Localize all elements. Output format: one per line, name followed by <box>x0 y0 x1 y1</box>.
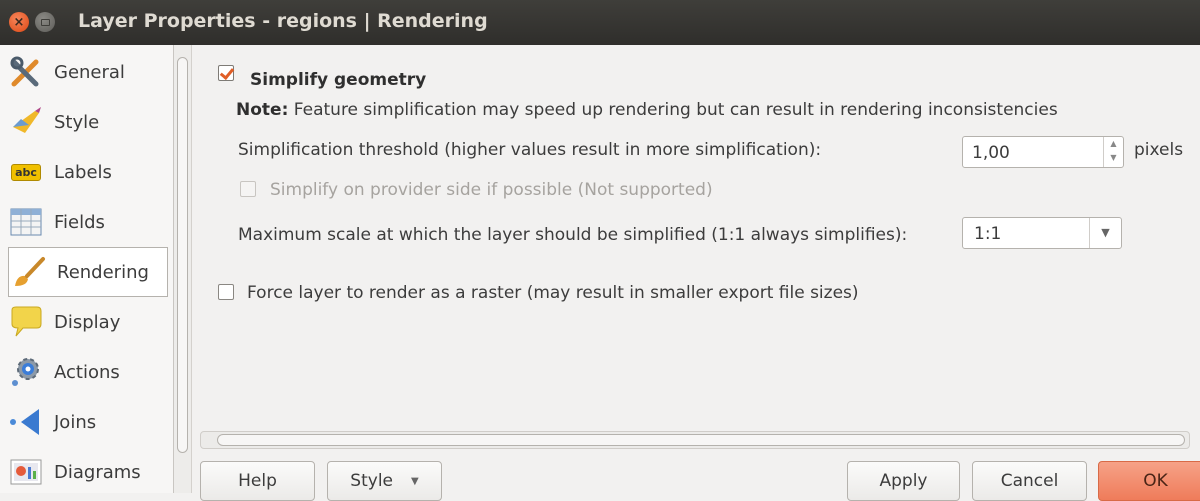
cancel-button-label: Cancel <box>1000 471 1059 491</box>
threshold-unit-label: pixels <box>1134 140 1184 160</box>
sidebar-item-fields[interactable]: Fields <box>0 197 174 247</box>
force-raster-checkbox[interactable] <box>218 284 234 300</box>
chevron-down-icon[interactable]: ▼ <box>1089 218 1121 248</box>
simplify-note: Note: Feature simplification may speed u… <box>236 100 1058 120</box>
style-button-label: Style <box>350 471 393 491</box>
sidebar-item-display[interactable]: Display <box>0 297 174 347</box>
provider-side-checkbox[interactable] <box>240 181 256 197</box>
provider-side-label: Simplify on provider side if possible (N… <box>270 180 713 200</box>
minimize-icon <box>40 18 50 26</box>
sidebar-item-label: Rendering <box>57 261 149 283</box>
horizontal-scrollbar[interactable] <box>200 431 1190 449</box>
sidebar-item-general[interactable]: General <box>0 47 174 97</box>
ok-button[interactable]: OK <box>1098 461 1200 501</box>
sidebar-item-joins[interactable]: Joins <box>0 397 174 447</box>
simplification-threshold-spinbox[interactable]: 1,00 ▲ ▼ <box>962 136 1124 168</box>
abc-label-icon: abc <box>6 152 46 192</box>
sidebar-item-label: Fields <box>54 211 105 233</box>
spinbox-arrows-icon[interactable]: ▲ ▼ <box>1103 137 1123 167</box>
apply-button[interactable]: Apply <box>847 461 960 501</box>
title-bar: × Layer Properties - regions | Rendering <box>0 0 1200 45</box>
sidebar-item-label: Labels <box>54 161 112 183</box>
sidebar-item-label: Display <box>54 311 121 333</box>
note-prefix: Note: <box>236 100 289 120</box>
sidebar-item-diagrams[interactable]: Diagrams <box>0 447 174 497</box>
help-button-label: Help <box>238 471 277 491</box>
dropdown-arrow-icon: ▼ <box>411 475 419 487</box>
diagram-icon <box>6 452 46 492</box>
force-raster-label: Force layer to render as a raster (may r… <box>247 283 859 303</box>
close-icon: × <box>13 14 25 30</box>
tools-icon <box>6 52 46 92</box>
sidebar-item-rendering[interactable]: Rendering <box>8 247 168 297</box>
sidebar-item-actions[interactable]: Actions <box>0 347 174 397</box>
help-button[interactable]: Help <box>200 461 315 501</box>
threshold-value: 1,00 <box>972 143 1010 163</box>
sidebar-item-label: Style <box>54 111 100 133</box>
note-text: Feature simplification may speed up rend… <box>288 100 1058 120</box>
max-scale-value: 1:1 <box>974 224 1002 244</box>
horizontal-scrollbar-thumb[interactable] <box>217 434 1185 446</box>
close-window-button[interactable]: × <box>9 12 29 32</box>
join-arrow-icon <box>6 402 46 442</box>
max-scale-combobox[interactable]: 1:1 ▼ <box>962 217 1122 249</box>
simplification-threshold-label: Simplification threshold (higher values … <box>238 140 822 160</box>
ok-button-label: OK <box>1143 471 1168 491</box>
paintbrush-icon <box>9 252 49 292</box>
simplify-geometry-label: Simplify geometry <box>250 70 427 90</box>
sidebar-item-label: Diagrams <box>54 461 141 483</box>
max-scale-label: Maximum scale at which the layer should … <box>238 225 908 245</box>
sidebar-item-label: General <box>54 61 125 83</box>
apply-button-label: Apply <box>879 471 928 491</box>
rendering-panel: Simplify geometry Note: Feature simplifi… <box>192 45 1200 501</box>
sidebar-item-labels[interactable]: abc Labels <box>0 147 174 197</box>
sidebar-scrollbar-thumb[interactable] <box>177 57 188 453</box>
brush-icon <box>6 102 46 142</box>
sidebar: General Style abc Labels Fields Renderin… <box>0 45 174 493</box>
sidebar-scrollbar[interactable] <box>174 45 192 493</box>
cancel-button[interactable]: Cancel <box>972 461 1087 501</box>
sidebar-item-style[interactable]: Style <box>0 97 174 147</box>
sidebar-item-label: Joins <box>54 411 97 433</box>
window-title: Layer Properties - regions | Rendering <box>78 10 488 32</box>
table-icon <box>6 202 46 242</box>
minimize-window-button[interactable] <box>35 12 55 32</box>
simplify-geometry-checkbox[interactable] <box>218 65 234 81</box>
sidebar-item-label: Actions <box>54 361 120 383</box>
speech-bubble-icon <box>6 302 46 342</box>
gear-icon <box>6 352 46 392</box>
style-menu-button[interactable]: Style ▼ <box>327 461 442 501</box>
